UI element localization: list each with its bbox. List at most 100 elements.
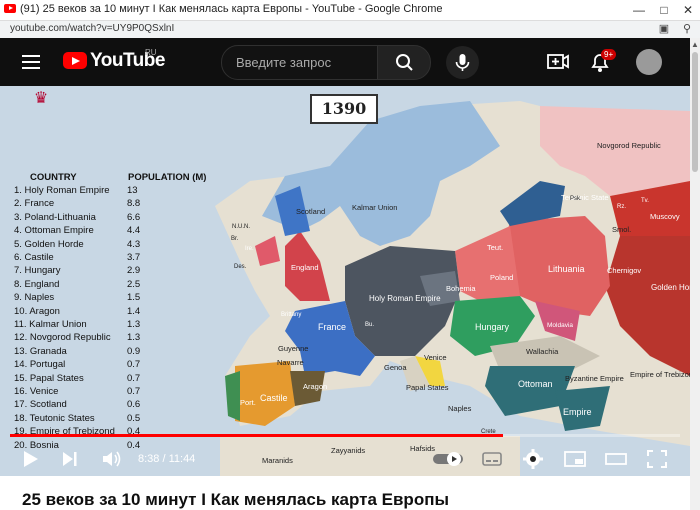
cast-icon[interactable]: ▣ (657, 22, 671, 36)
map-label-byzantine: Byzantine Empire (565, 374, 624, 383)
map-label-aragon: Aragon (303, 382, 328, 391)
population-value: 4.3 (127, 238, 141, 250)
map-label-naples: Naples (448, 404, 472, 413)
voice-search-button[interactable] (446, 46, 479, 79)
map-label-poland: Poland (490, 273, 514, 282)
youtube-header: YouTube RU Введите запрос 9+ (0, 38, 690, 86)
country-name: 18. Teutonic States (14, 412, 95, 424)
map-label-portugal: Port. (240, 398, 256, 407)
country-name: 11. Kalmar Union (14, 319, 87, 330)
population-value: 1.3 (127, 319, 141, 330)
map-label-bu: Bu. (365, 322, 375, 328)
country-name: 17. Scotland (14, 399, 67, 411)
video-title: 25 веков за 10 минут I Как менялась карт… (22, 490, 449, 509)
country-name: 15. Papal States (14, 372, 84, 384)
minimize-icon[interactable]: — (631, 2, 647, 18)
country-name: 6. Castile (14, 252, 54, 263)
year-box: 1390 (310, 94, 378, 124)
subtitles-icon[interactable] (481, 449, 503, 469)
next-icon[interactable] (60, 449, 80, 469)
map-label-kalmar: Kalmar Union (352, 203, 398, 212)
map-label-teutonic: Teutonic State (561, 193, 609, 202)
population-value: 0.7 (127, 359, 141, 371)
scrollbar-thumb[interactable] (692, 52, 698, 172)
avatar[interactable] (636, 49, 662, 75)
play-icon[interactable] (20, 449, 40, 469)
create-video-icon[interactable] (546, 50, 570, 74)
microphone-icon (455, 54, 470, 71)
duration: 11:44 (168, 453, 196, 465)
search-input[interactable]: Введите запрос (221, 45, 378, 80)
url-text[interactable]: youtube.com/watch?v=UY9P0QSxlnI (10, 23, 174, 34)
map-label-guyenne: Guyenne (278, 344, 309, 353)
menu-icon[interactable] (22, 55, 40, 69)
address-bar[interactable]: youtube.com/watch?v=UY9P0QSxlnI ▣ ⚲ (0, 21, 700, 39)
fullscreen-icon[interactable] (646, 449, 668, 469)
scroll-up-icon[interactable]: ▲ (691, 40, 699, 49)
country-name: 7. Hungary (14, 265, 61, 277)
volume-icon[interactable] (101, 449, 123, 469)
map-label-navarre: Navarre (277, 358, 304, 367)
video-player[interactable]: ♛ 1390 COUNTRY POPULATION (M) 1. Holy Ro… (0, 86, 690, 476)
progress-bar[interactable] (10, 434, 680, 437)
region-label: RU (145, 48, 157, 57)
country-name: 12. Novgorod Republic (14, 332, 111, 344)
map-label-empire: Empire (563, 407, 592, 417)
table-header-country: COUNTRY (30, 172, 77, 183)
channel-crest-icon: ♛ (33, 90, 49, 107)
map-label-scotland: Scotland (296, 207, 326, 216)
maximize-icon[interactable]: □ (656, 2, 672, 18)
population-value: 0.6 (127, 399, 141, 411)
youtube-favicon-icon (4, 4, 16, 13)
map-label-teut: Teut. (487, 243, 504, 252)
map-label-venice: Venice (424, 353, 447, 362)
map-label-france: France (318, 322, 347, 332)
map-label-pskov: Psk. (570, 196, 582, 202)
map-label-des: Des. (234, 264, 247, 270)
theater-mode-icon[interactable] (604, 449, 628, 469)
europe-map (215, 101, 690, 476)
map-label-br: Br. (231, 236, 239, 242)
current-time: 8:38 (138, 453, 160, 465)
close-icon[interactable]: ✕ (680, 2, 696, 18)
time-separator: / (159, 453, 169, 465)
population-value: 1.4 (127, 305, 141, 317)
country-name: 5. Golden Horde (14, 238, 84, 250)
map-label-ire: Ire. (245, 246, 254, 252)
search-button[interactable] (377, 45, 431, 80)
country-name: 9. Naples (14, 292, 55, 304)
map-label-chernigov: Chernigov (607, 266, 642, 275)
player-controls: 8:38 / 11:44 (0, 441, 690, 476)
map-label-papal: Papal States (406, 383, 449, 392)
map-label-hre: Holy Roman Empire (369, 294, 441, 303)
table-header-population: POPULATION (M) (128, 172, 207, 183)
map-label-novgorod: Novgorod Republic (597, 141, 661, 150)
map-label-lithuania: Lithuania (548, 264, 585, 274)
map-label-genoa: Genoa (384, 363, 407, 372)
population-value: 2.9 (127, 265, 141, 277)
country-name: 3. Poland-Lithuania (14, 211, 96, 223)
autoplay-toggle[interactable] (432, 450, 466, 468)
settings-gear-icon[interactable] (522, 449, 544, 469)
population-value: 0.9 (127, 345, 141, 357)
population-value: 1.5 (127, 292, 141, 304)
map-label-wallachia: Wallachia (526, 347, 559, 356)
population-value: 0.7 (127, 372, 141, 384)
zoom-icon[interactable]: ⚲ (680, 22, 694, 36)
map-label-brittany: Brittany (281, 312, 302, 318)
country-name: 8. England (14, 278, 60, 290)
miniplayer-icon[interactable] (563, 449, 587, 469)
country-name: 2. France (14, 198, 55, 210)
population-value: 0.7 (127, 386, 141, 397)
map-label-golden-horde: Golden Horde (651, 283, 690, 292)
country-name: 4. Ottoman Empire (14, 225, 94, 237)
population-value: 1.3 (127, 332, 141, 344)
time-display: 8:38 / 11:44 (138, 453, 195, 465)
youtube-logo-icon[interactable] (63, 52, 87, 69)
page-scrollbar[interactable]: ▲ (690, 38, 700, 510)
population-value: 8.8 (127, 198, 141, 210)
country-name: 14. Portugal (14, 359, 66, 371)
map-label-rz: Rz. (617, 204, 626, 210)
map-label-nun: N.U.N. (232, 224, 250, 230)
country-name: 13. Granada (14, 345, 67, 357)
